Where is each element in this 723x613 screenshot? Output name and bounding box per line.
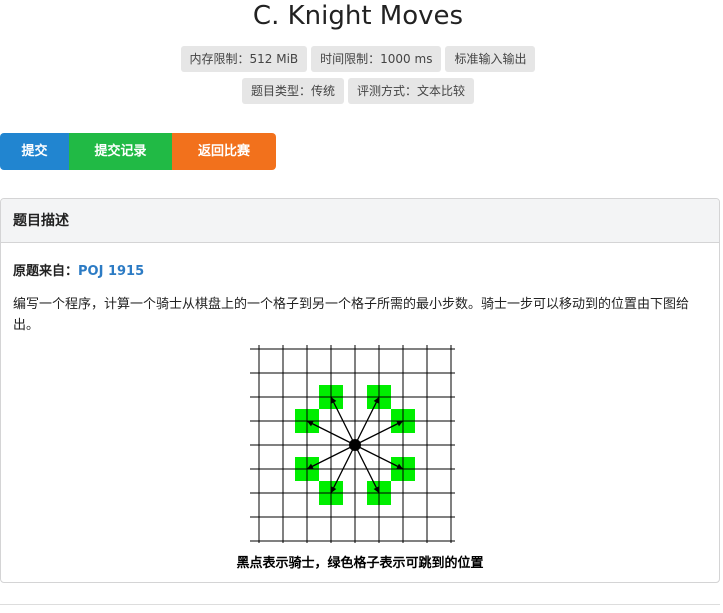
problem-description: 编写一个程序，计算一个骑士从棋盘上的一个格子到另一个格子所需的最小步数。骑士一步… xyxy=(13,297,690,333)
problem-type-badge: 题目类型：传统 xyxy=(241,78,344,104)
page-title: C. Knight Moves xyxy=(252,1,464,31)
type-badges: 题目类型：传统 评测方式：文本比较 xyxy=(0,78,716,104)
submit-button[interactable]: 提交 xyxy=(0,133,69,170)
memory-limit-badge: 内存限制：512 MiB xyxy=(180,46,308,72)
knight-moves-figure xyxy=(250,345,455,543)
knight-dot xyxy=(349,439,361,451)
figure-caption: 黑点表示骑士，绿色格子表示可跳到的位置 xyxy=(236,556,484,571)
source-label: 原题来自： xyxy=(13,264,79,279)
divider xyxy=(0,604,720,605)
time-limit-badge: 时间限制：1000 ms xyxy=(311,46,442,72)
limit-badges: 内存限制：512 MiB 时间限制：1000 ms 标准输入输出 xyxy=(0,46,716,72)
action-buttons: 提交 提交记录 返回比赛 xyxy=(0,133,276,170)
panel-heading: 题目描述 xyxy=(1,199,719,243)
problem-description-panel: 题目描述 原题来自：POJ 1915 编写一个程序，计算一个骑士从棋盘上的一个格… xyxy=(0,198,720,583)
io-badge: 标准输入输出 xyxy=(445,46,536,72)
submissions-button[interactable]: 提交记录 xyxy=(69,133,172,170)
source-link[interactable]: POJ 1915 xyxy=(78,264,144,279)
judge-method-badge: 评测方式：文本比较 xyxy=(348,78,475,104)
back-to-contest-button[interactable]: 返回比赛 xyxy=(172,133,276,170)
problem-source: 原题来自：POJ 1915 xyxy=(13,260,144,279)
